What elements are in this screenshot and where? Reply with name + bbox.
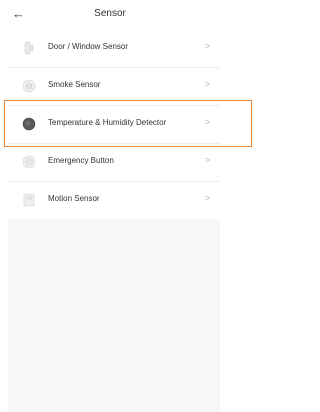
list-item-temperature-humidity-detector[interactable]: Temperature & Humidity Detector > — [8, 106, 220, 144]
list-item-label: Emergency Button — [48, 156, 114, 165]
list-item-label: Door / Window Sensor — [48, 42, 129, 51]
smoke-sensor-icon — [22, 79, 36, 93]
chevron-right-icon: > — [204, 41, 210, 51]
chevron-right-icon: > — [204, 117, 210, 127]
chevron-right-icon: > — [204, 155, 210, 165]
list-item-emergency-button[interactable]: Emergency Button > — [8, 144, 220, 182]
temperature-humidity-icon — [22, 117, 36, 131]
list-item-motion-sensor[interactable]: Motion Sensor > — [8, 182, 220, 219]
list-item-label: Motion Sensor — [48, 194, 100, 203]
page-title: Sensor — [94, 8, 126, 19]
emergency-button-icon — [22, 155, 36, 169]
sensor-list: Door / Window Sensor > Smoke Sensor > Te… — [8, 30, 220, 219]
content-area: Door / Window Sensor > Smoke Sensor > Te… — [8, 30, 220, 412]
door-window-sensor-icon — [24, 41, 34, 55]
chevron-right-icon: > — [204, 193, 210, 203]
header-bar: ← Sensor — [0, 0, 220, 30]
list-item-smoke-sensor[interactable]: Smoke Sensor > — [8, 68, 220, 106]
motion-sensor-icon — [23, 193, 35, 207]
list-item-label: Temperature & Humidity Detector — [48, 118, 167, 127]
list-item-door-window-sensor[interactable]: Door / Window Sensor > — [8, 30, 220, 68]
list-item-label: Smoke Sensor — [48, 80, 101, 89]
chevron-right-icon: > — [204, 79, 210, 89]
